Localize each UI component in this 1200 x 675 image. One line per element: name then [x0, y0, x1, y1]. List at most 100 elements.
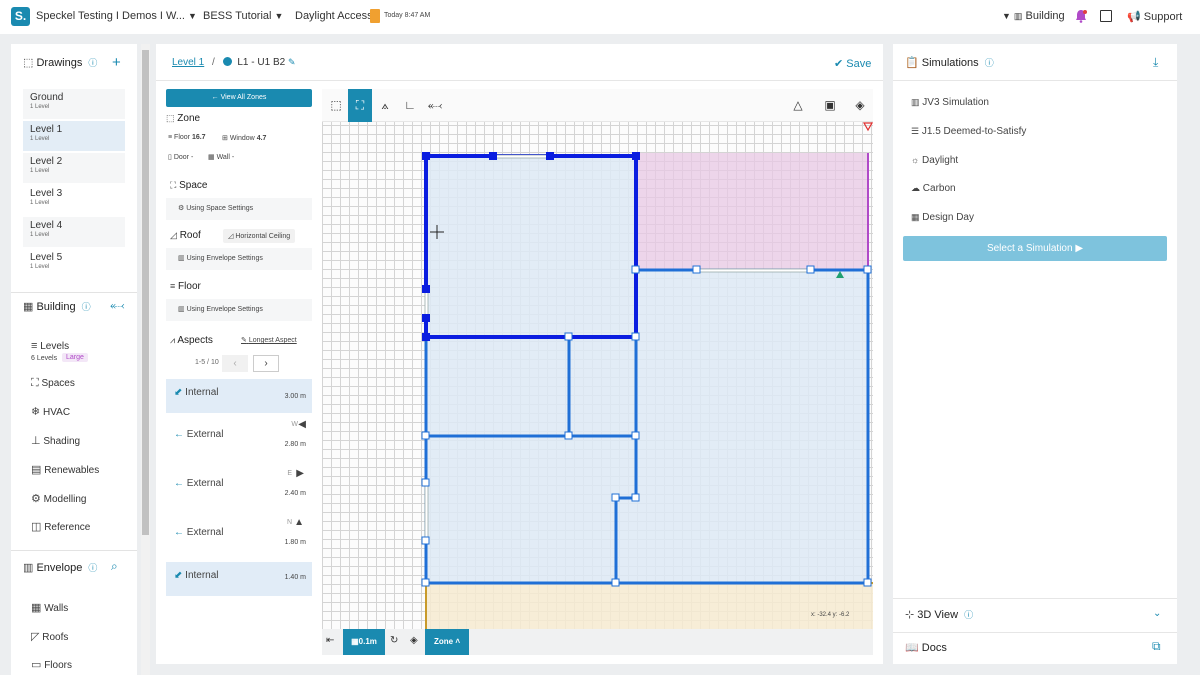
add-zone-icon[interactable]: ⬚ [324, 89, 348, 122]
mode-selector-button[interactable]: Zone ˄ [425, 629, 469, 655]
level-sub: 1 Level [30, 264, 50, 270]
aspect-item[interactable]: ← External W ◀ 2.80 m [166, 419, 312, 459]
nav-spaces[interactable]: ⛶ Spaces [31, 377, 75, 390]
simulation-item-carbon[interactable]: ☁ Carbon [911, 183, 956, 194]
add-drawing-icon[interactable]: + [112, 54, 121, 71]
button-label: View All Zones [220, 94, 267, 101]
support-link[interactable]: 📢 Support [1127, 10, 1182, 23]
zone[interactable] [636, 270, 868, 583]
rotate-icon[interactable]: ↻ [390, 635, 398, 646]
aspect-item[interactable]: ⬋ Internal 3.00 m [166, 379, 312, 413]
nav-modelling[interactable]: ⚙ Modelling [31, 492, 86, 505]
roof-type-tag[interactable]: ◿ Horizontal Ceiling [223, 229, 296, 243]
search-icon[interactable]: ⌕ [111, 559, 118, 574]
aspect-item[interactable]: ← External E ▶ 2.40 m [166, 468, 312, 510]
aspect-item[interactable]: ⬋ Internal 1.40 m [166, 562, 312, 596]
north-arrow-icon[interactable]: △ [786, 89, 810, 122]
nav-floors[interactable]: ▭ Floors [31, 658, 72, 671]
simulations-header: 📋 Simulations ⓘ [905, 56, 994, 69]
simulation-item-dts[interactable]: ☰ J1.5 Deemed-to-Satisfy [911, 126, 1026, 137]
grid-scale-button[interactable]: ▦0.1m [343, 629, 385, 655]
next-page-button[interactable]: › [253, 355, 279, 372]
wall-icon: ▦ [31, 602, 42, 614]
measure-tool-icon[interactable]: ∟ [398, 89, 422, 122]
help-icon[interactable]: ⓘ [82, 300, 91, 313]
tab-daylight-access[interactable]: Daylight Access [295, 10, 373, 22]
wall-stat: ▦ Wall - [208, 153, 234, 161]
draw-tool-icon[interactable]: ⟑ [373, 89, 397, 122]
map-icon: ▥ [23, 562, 34, 574]
space-setting[interactable]: ⚙ Using Space Settings [166, 198, 312, 220]
level-sub: 1 Level [30, 200, 50, 206]
docs-section[interactable]: 📖 Docs [905, 641, 947, 654]
chevron-down-icon[interactable]: ⌄ [1153, 608, 1161, 619]
save-button[interactable]: ✔ Save [834, 57, 871, 70]
download-icon[interactable]: ⤓ [1153, 55, 1158, 70]
level-item-level-3[interactable]: Level 31 Level [23, 185, 125, 215]
nav-shading[interactable]: ⊥ Shading [31, 434, 80, 447]
megaphone-icon: 📢 [1127, 11, 1141, 23]
check-icon: ✔ [834, 58, 844, 70]
nav-renewables[interactable]: ▤ Renewables [31, 463, 99, 476]
level-sub: 1 Level [30, 136, 50, 142]
prev-page-button[interactable]: ‹ [222, 355, 248, 372]
help-icon[interactable]: ⓘ [964, 608, 973, 621]
nav-levels[interactable]: ≡ Levels [31, 340, 69, 352]
level-item-level-4[interactable]: Level 41 Level [23, 217, 125, 247]
calculator-icon[interactable] [1100, 10, 1112, 22]
help-icon[interactable]: ⓘ [88, 561, 97, 574]
zone[interactable] [427, 337, 636, 583]
image-icon[interactable]: ▣ [818, 89, 842, 122]
notification-bell-icon[interactable] [1075, 9, 1087, 23]
nav-hvac[interactable]: ❄ HVAC [31, 405, 70, 418]
select-zone-tool-icon[interactable]: ⛶ [348, 89, 372, 122]
layers-icon[interactable]: ◈ [848, 89, 872, 122]
floorplan-canvas[interactable]: x: -32.4 y: -6.2 [322, 89, 873, 655]
app-logo[interactable]: S. [11, 7, 30, 26]
floorplan-drawing[interactable] [322, 89, 873, 655]
select-simulation-button[interactable]: Select a Simulation ▶ [903, 236, 1167, 261]
envelope-header: ▥ Envelope ⓘ [23, 561, 97, 574]
collapse-panel-icon[interactable]: ⇤ [326, 635, 334, 646]
tab-bess-tutorial[interactable]: BESS Tutorial ▼ [203, 10, 283, 22]
sidebar-scroll-thumb[interactable] [142, 50, 149, 535]
longest-aspect-link[interactable]: ✎ Longest Aspect [241, 336, 297, 344]
tag-tool-icon[interactable]: ⬷ [423, 89, 447, 122]
level-item-ground[interactable]: Ground 1 Level [23, 89, 125, 119]
nav-reference[interactable]: ◫ Reference [31, 520, 90, 533]
nav-label: Roofs [42, 632, 69, 643]
layers-icon[interactable]: ◈ [410, 635, 418, 646]
project-selector[interactable]: Speckel Testing I Demos I W... ▼ [36, 10, 197, 22]
3d-view-section[interactable]: ⊹ 3D View ⓘ [905, 608, 973, 621]
sim-label: Design Day [922, 212, 974, 223]
setting-label: Using Envelope Settings [186, 306, 263, 313]
zone-pink[interactable] [636, 153, 868, 270]
breadcrumb-level-link[interactable]: Level 1 [172, 57, 204, 68]
edit-pencil-icon[interactable]: ✎ [288, 57, 296, 67]
level-item-level-2[interactable]: Level 21 Level [23, 153, 125, 183]
simulation-item-design-day[interactable]: ▦ Design Day [911, 212, 974, 223]
divider [11, 292, 137, 293]
aspect-item[interactable]: ← External N ▲ 1.80 m [166, 517, 312, 557]
simulation-item-daylight[interactable]: ☼ Daylight [911, 155, 958, 166]
floor-setting[interactable]: ▥ Using Envelope Settings [166, 299, 312, 321]
sun-icon: ☼ [911, 155, 920, 165]
simulation-item-jv3[interactable]: ▥ JV3 Simulation [911, 97, 989, 108]
tag-icon[interactable]: ⬷ [110, 298, 124, 313]
building-menu[interactable]: ▼ ▥ Building [999, 10, 1065, 22]
help-icon[interactable]: ⓘ [985, 56, 994, 69]
view-all-zones-button[interactable]: ← View All Zones [166, 89, 312, 107]
level-item-level-1[interactable]: Level 11 Level [23, 121, 125, 151]
zone-selected[interactable] [427, 156, 636, 337]
aspect-length: 1.40 m [284, 574, 306, 581]
nav-roofs[interactable]: ◸ Roofs [31, 630, 68, 643]
roof-setting[interactable]: ▥ Using Envelope Settings [166, 248, 312, 270]
aspect-type: Internal [185, 570, 219, 581]
level-item-level-5[interactable]: Level 51 Level [23, 249, 125, 279]
nav-walls[interactable]: ▦ Walls [31, 601, 68, 614]
external-link-icon[interactable]: ⧉ [1152, 639, 1161, 654]
nav-label: Modelling [43, 494, 87, 505]
roof-icon: ◸ [31, 631, 40, 643]
help-icon[interactable]: ⓘ [88, 56, 97, 69]
button-label: Select a Simulation [986, 243, 1073, 254]
